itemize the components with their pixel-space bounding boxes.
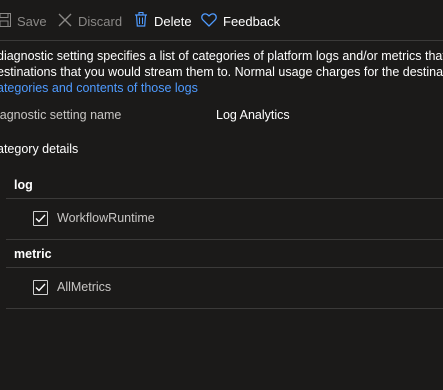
command-bar: Save Discard Delete Feedback xyxy=(0,0,443,41)
save-icon xyxy=(0,12,11,30)
checkbox[interactable] xyxy=(33,210,48,226)
discard-label: Discard xyxy=(78,13,123,29)
checkmark-icon xyxy=(35,283,46,292)
setting-name-value: Log Analytics xyxy=(216,108,290,122)
checkbox-label: AllMetrics xyxy=(57,280,112,294)
checkmark-icon xyxy=(35,214,46,223)
diagnostic-setting-page: Save Discard Delete Feedback diagnostic … xyxy=(0,0,443,390)
setting-name-row: iagnostic setting name Log Analytics xyxy=(0,108,443,126)
description-line-1: diagnostic setting specifies a list of c… xyxy=(0,49,443,63)
divider xyxy=(6,239,443,240)
categories-link[interactable]: ategories and contents of those logs xyxy=(0,81,198,95)
checkbox-row-workflowruntime[interactable]: WorkflowRuntime xyxy=(33,210,155,226)
delete-button[interactable]: Delete xyxy=(134,10,192,32)
group-label-metric: metric xyxy=(14,247,52,261)
heart-icon xyxy=(201,12,217,30)
description: diagnostic setting specifies a list of c… xyxy=(0,48,443,96)
close-icon xyxy=(58,13,72,30)
trash-icon xyxy=(134,11,148,30)
checkbox[interactable] xyxy=(33,279,48,295)
checkbox-label: WorkflowRuntime xyxy=(57,211,155,225)
group-label-log: log xyxy=(14,178,33,192)
delete-label: Delete xyxy=(154,13,192,29)
category-details-heading: ategory details xyxy=(0,142,79,156)
divider xyxy=(6,198,443,199)
divider xyxy=(6,308,443,309)
description-line-2: estinations that you would stream them t… xyxy=(0,65,443,79)
feedback-button[interactable]: Feedback xyxy=(201,10,280,32)
setting-name-label: iagnostic setting name xyxy=(0,108,122,122)
divider xyxy=(6,267,443,268)
feedback-label: Feedback xyxy=(223,13,281,29)
discard-button[interactable]: Discard xyxy=(58,10,122,32)
save-label: Save xyxy=(17,13,47,29)
save-button[interactable]: Save xyxy=(0,10,47,32)
checkbox-row-allmetrics[interactable]: AllMetrics xyxy=(33,279,111,295)
